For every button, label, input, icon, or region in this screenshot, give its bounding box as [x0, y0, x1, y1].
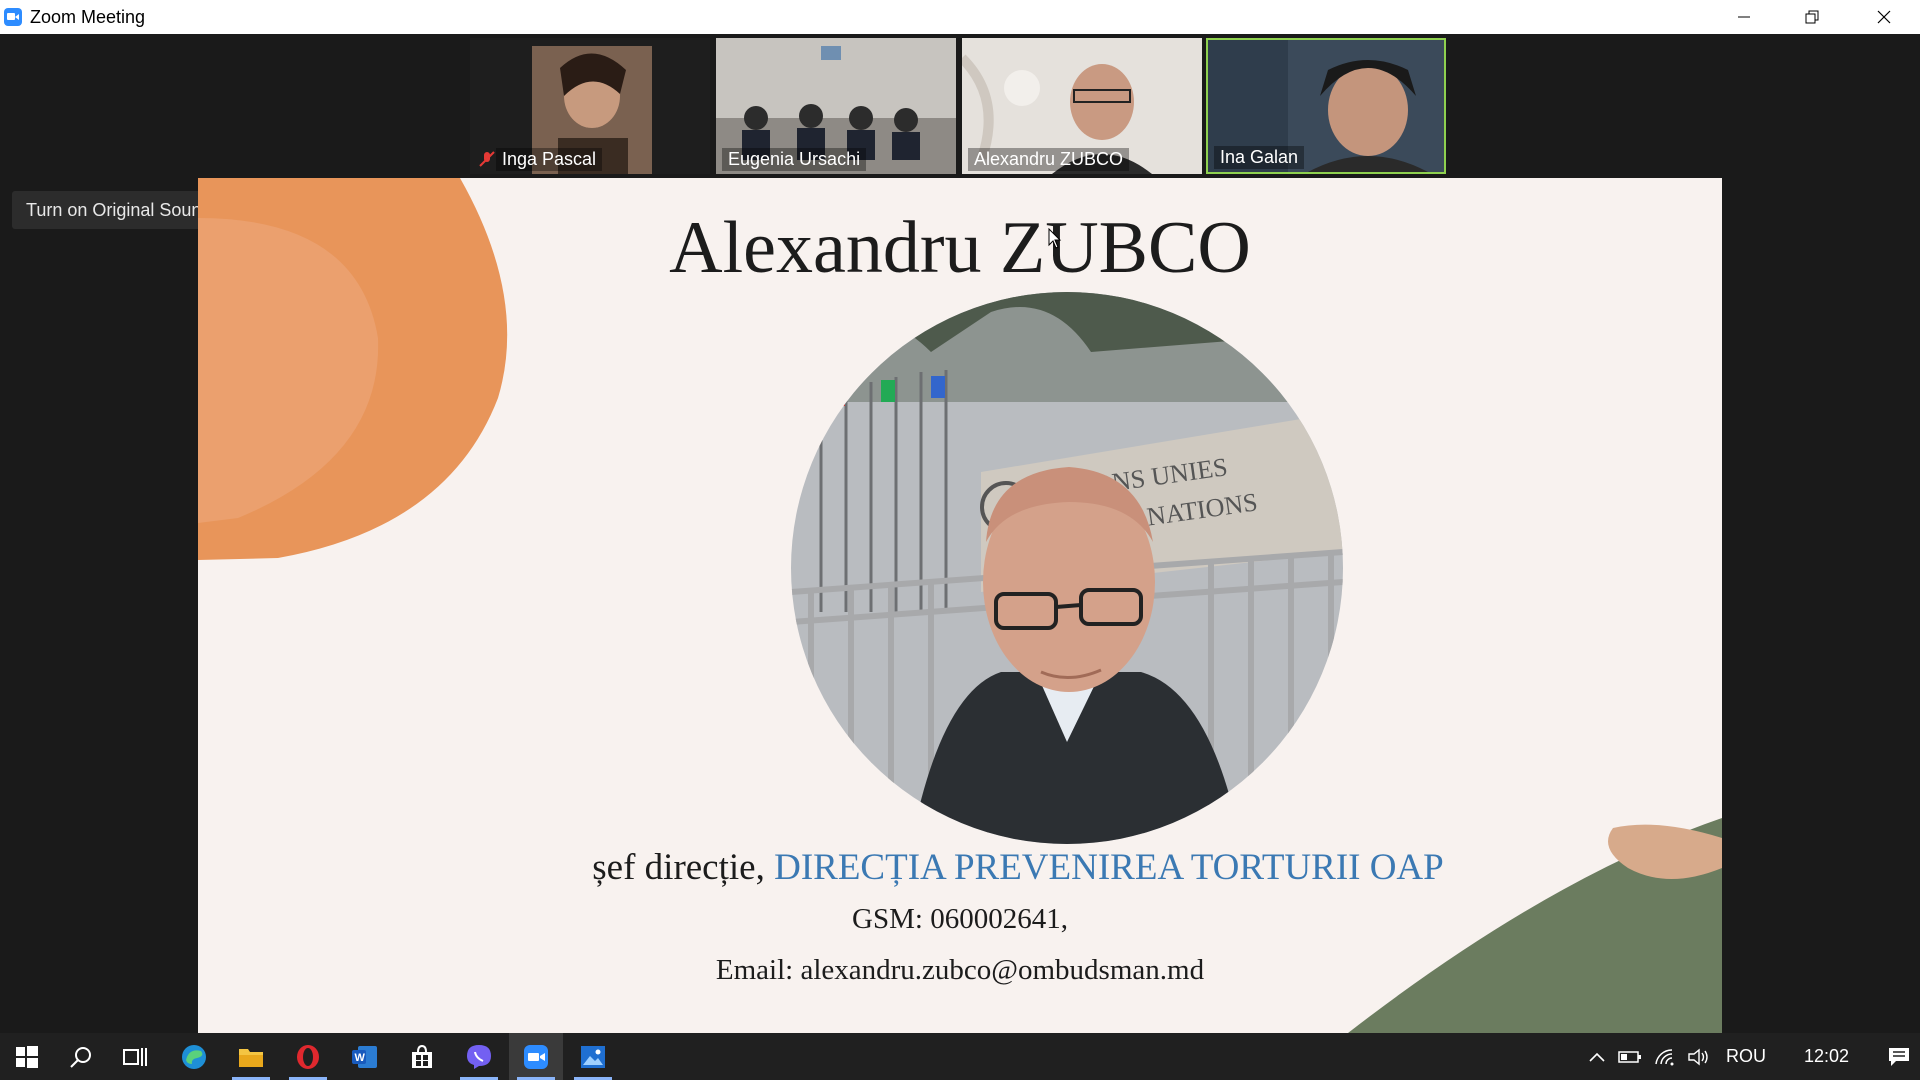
edge-icon — [182, 1044, 206, 1069]
notification-icon — [1889, 1047, 1910, 1066]
participant-name: Ina Galan — [1214, 146, 1305, 169]
search-icon — [70, 1046, 91, 1068]
taskbar-photos[interactable] — [566, 1033, 620, 1080]
close-icon — [1877, 10, 1891, 24]
window-title: Zoom Meeting — [30, 7, 146, 27]
taskbar-viber[interactable] — [452, 1033, 506, 1080]
wifi-icon — [1655, 1048, 1674, 1065]
participant-name: Inga Pascal — [496, 148, 603, 171]
task-view-icon — [123, 1047, 147, 1066]
network-button[interactable] — [1648, 1048, 1682, 1066]
restore-icon — [1805, 10, 1819, 24]
file-explorer-icon — [239, 1048, 263, 1067]
battery-icon — [1618, 1050, 1641, 1063]
task-view-button[interactable] — [108, 1033, 162, 1080]
speaker-photo: NATIONS UNIES UNITED NATIONS — [791, 292, 1343, 844]
opera-icon — [297, 1044, 319, 1069]
taskbar-file-explorer[interactable] — [224, 1033, 278, 1080]
speaker-role: șef direcție, DIRECȚIA PREVENIREA TORTUR… — [198, 846, 1722, 889]
speaker-phone: GSM: 060002641, — [852, 903, 1068, 935]
language-indicator[interactable]: ROU — [1726, 1046, 1766, 1067]
close-button[interactable] — [1850, 0, 1918, 34]
turn-on-original-sound-button[interactable]: Turn on Original Sound — [12, 191, 226, 229]
taskbar-edge[interactable] — [167, 1033, 221, 1080]
system-tray: ROU 12:02 — [1582, 1033, 1919, 1080]
window-title-bar: Zoom Meeting — [0, 0, 1920, 34]
speaker-icon — [1688, 1048, 1708, 1065]
participant-strip: Inga Pascal Eugenia Ursachi Alexandru ZU… — [470, 36, 1452, 176]
start-button[interactable] — [0, 1033, 54, 1080]
taskbar-word[interactable]: W — [338, 1033, 392, 1080]
svg-text:W: W — [355, 1052, 366, 1064]
zoom-icon — [524, 1044, 548, 1069]
role-prefix: șef direcție, — [592, 847, 775, 888]
taskbar-store[interactable] — [395, 1033, 449, 1080]
mouse-cursor-icon — [1048, 228, 1062, 249]
shared-screen-slide: Alexandru ZUBCO NATIONS UNIES UNITED NAT… — [198, 178, 1722, 1033]
participant-name: Alexandru ZUBCO — [968, 148, 1130, 171]
muted-mic-icon — [478, 150, 496, 168]
word-icon: W — [352, 1045, 377, 1068]
speaker-email: Email: alexandru.zubco@ombudsman.md — [715, 954, 1205, 986]
participant-tile[interactable]: Inga Pascal — [470, 38, 710, 174]
store-icon — [412, 1044, 432, 1068]
photos-icon — [581, 1045, 605, 1068]
windows-start-icon — [16, 1045, 38, 1068]
volume-button[interactable] — [1682, 1048, 1716, 1066]
battery-button[interactable] — [1612, 1050, 1648, 1064]
department-name: DIRECȚIA PREVENIREA TORTURII OAP — [774, 847, 1444, 888]
windows-taskbar: W ROU 12:02 — [0, 1033, 1920, 1080]
participant-name: Eugenia Ursachi — [722, 148, 867, 171]
taskbar-opera[interactable] — [281, 1033, 335, 1080]
taskbar-zoom[interactable] — [509, 1033, 563, 1080]
tray-expand-button[interactable] — [1582, 1052, 1612, 1062]
action-center-button[interactable] — [1879, 1047, 1919, 1067]
viber-icon — [467, 1044, 491, 1069]
chevron-up-icon — [1589, 1052, 1605, 1062]
minimize-icon — [1738, 16, 1750, 18]
restore-button[interactable] — [1778, 0, 1846, 34]
participant-tile-active-speaker[interactable]: Ina Galan — [1206, 38, 1446, 174]
minimize-button[interactable] — [1710, 0, 1778, 34]
participant-tile[interactable]: Alexandru ZUBCO — [962, 38, 1202, 174]
slide-headline: Alexandru ZUBCO — [669, 207, 1251, 289]
participant-tile[interactable]: Eugenia Ursachi — [716, 38, 956, 174]
search-button[interactable] — [54, 1033, 108, 1080]
clock[interactable]: 12:02 — [1804, 1046, 1849, 1067]
zoom-app-icon — [4, 8, 22, 26]
